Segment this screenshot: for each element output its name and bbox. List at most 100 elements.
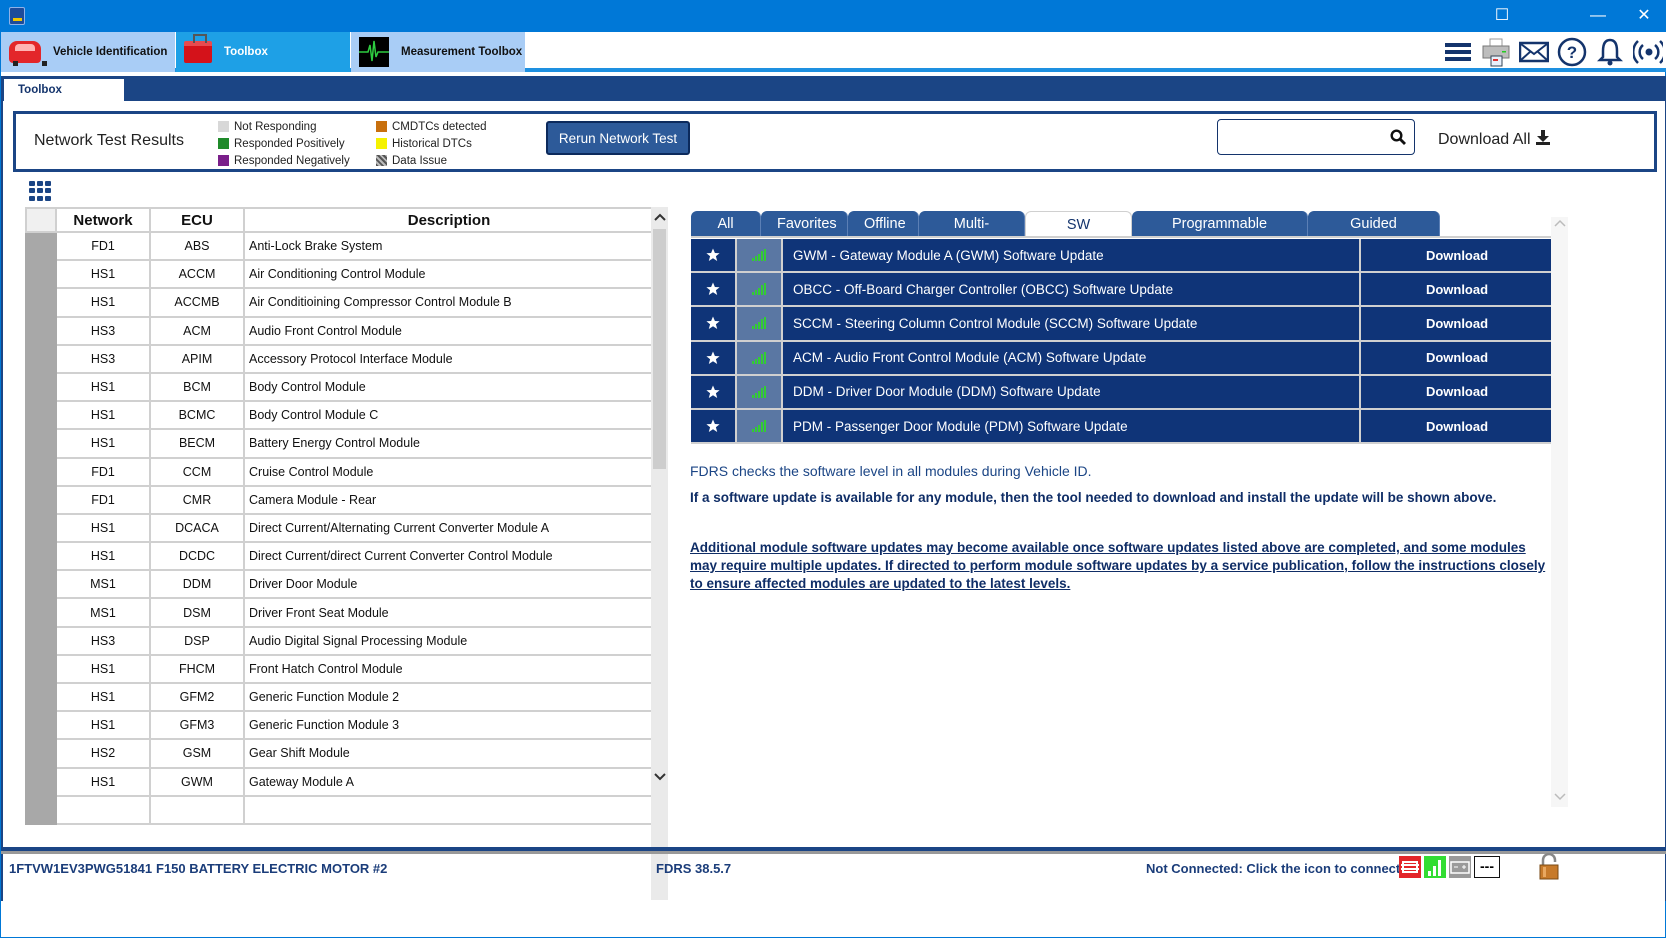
scrollbar-thumb[interactable] [653,229,666,469]
description-cell: Battery Energy Control Module [243,428,653,459]
menu-icon[interactable] [1443,37,1473,67]
tab-multi-module[interactable]: Multi-Module [919,211,1025,258]
description-cell: Driver Door Module [243,569,653,600]
download-button[interactable]: Download [1361,239,1553,272]
download-button[interactable]: Download [1361,409,1553,443]
oscilloscope-icon [359,37,389,67]
download-all-button[interactable]: Download All [1438,129,1551,150]
search-icon[interactable] [1390,129,1406,150]
download-button[interactable]: Download [1361,307,1553,340]
table-row[interactable] [25,794,653,825]
table-row[interactable]: HS1 GFM2 Generic Function Module 2 [25,681,653,713]
favorite-star-icon[interactable] [691,239,737,272]
network-cell: HS1 [55,541,151,572]
description-column-header[interactable]: Description [243,207,653,233]
rerun-network-test-button[interactable]: Rerun Network Test [546,121,690,155]
tab-sw-updates[interactable]: SW Updates [1025,211,1132,259]
favorite-star-icon[interactable] [691,307,737,340]
printer-icon[interactable] [1481,37,1511,67]
status-cell [25,287,57,318]
sw-update-row[interactable]: OBCC - Off-Board Charger Controller (OBC… [691,273,1553,308]
signal-icon [737,307,783,340]
scroll-up-arrow[interactable] [651,209,668,227]
sw-update-row[interactable]: PDM - Passenger Door Module (PDM) Softwa… [691,409,1553,445]
table-row[interactable]: HS1 GFM3 Generic Function Module 3 [25,710,653,741]
bell-icon[interactable] [1595,37,1625,67]
vci-connector-icon[interactable] [1399,856,1421,878]
legend-responded-negatively: Responded Negatively [218,152,350,169]
right-panel-scrollbar[interactable] [1551,217,1568,807]
grid-view-icon[interactable] [29,181,53,201]
info-link[interactable]: Additional module software updates may b… [690,539,1550,593]
table-row[interactable]: HS1 BECM Battery Energy Control Module [25,428,653,459]
signal-icon [737,409,783,443]
network-cell: HS1 [55,681,151,713]
tab-offline[interactable]: Offline [848,211,919,237]
title-bar: — ☐ ✕ [1,1,1666,32]
table-row[interactable]: HS1 ACCMB Air Conditioining Compressor Con… [25,287,653,318]
table-row[interactable]: MS1 DDM Driver Door Module [25,569,653,600]
ecu-cell: DSP [149,625,245,656]
minimize-button[interactable]: — [1575,1,1621,32]
tab-vehicle-identification[interactable]: Vehicle Identification [1,32,175,72]
download-button[interactable]: Download [1361,341,1553,374]
tab-programmable-features[interactable]: Programmable Features [1132,211,1308,258]
table-row[interactable]: FD1 CCM Cruise Control Module [25,456,653,487]
sw-update-row[interactable]: SCCM - Steering Column Control Module (S… [691,307,1553,342]
favorite-star-icon[interactable] [691,409,737,443]
sw-update-row[interactable]: GWM - Gateway Module A (GWM) Software Up… [691,239,1553,274]
subtab-toolbox[interactable]: Toolbox [4,79,124,101]
sw-update-row[interactable]: DDM - Driver Door Module (DDM) Software … [691,375,1553,410]
close-button[interactable]: ✕ [1621,1,1666,32]
sw-update-title[interactable]: PDM - Passenger Door Module (PDM) Softwa… [783,409,1361,443]
help-icon[interactable]: ? [1557,37,1587,67]
status-cell [25,400,57,431]
table-row[interactable]: HS3 ACM Audio Front Control Module [25,315,653,346]
table-row[interactable]: HS1 DCACA Direct Current/Alternating Curre… [25,512,653,544]
scroll-up-arrow[interactable] [1551,217,1568,231]
scroll-down-arrow[interactable] [1551,791,1568,805]
sw-update-row[interactable]: ACM - Audio Front Control Module (ACM) S… [691,341,1553,376]
wireless-icon[interactable] [1633,37,1663,67]
sw-update-title[interactable]: GWM - Gateway Module A (GWM) Software Up… [783,239,1361,272]
favorite-star-icon[interactable] [691,273,737,306]
sw-update-title[interactable]: ACM - Audio Front Control Module (ACM) S… [783,341,1361,374]
unlocked-padlock-icon[interactable] [1537,852,1561,881]
table-row[interactable]: HS1 DCDC Direct Current/direct Current Con… [25,541,653,572]
status-cell [25,259,57,290]
table-row[interactable]: HS3 APIM Accessory Protocol Interface Modu… [25,343,653,374]
table-row[interactable]: FD1 ABS Anti-Lock Brake System [25,230,653,262]
description-cell: Generic Function Module 2 [243,681,653,713]
table-row[interactable]: HS2 GSM Gear Shift Module [25,738,653,769]
search-input[interactable] [1226,121,1386,153]
favorite-star-icon[interactable] [691,375,737,408]
scroll-down-arrow[interactable] [651,769,668,787]
table-row[interactable]: HS1 BCM Body Control Module [25,371,653,403]
sw-update-title[interactable]: DDM - Driver Door Module (DDM) Software … [783,375,1361,408]
search-field[interactable] [1217,119,1415,155]
download-button[interactable]: Download [1361,375,1553,408]
sw-update-title[interactable]: OBCC - Off-Board Charger Controller (OBC… [783,273,1361,306]
maximize-button[interactable]: ☐ [1479,1,1525,32]
network-column-header[interactable]: Network [55,207,151,233]
sw-update-title[interactable]: SCCM - Steering Column Control Module (S… [783,307,1361,340]
table-row[interactable]: HS1 FHCM Front Hatch Control Module [25,653,653,685]
tab-toolbox[interactable]: Toolbox [176,32,350,72]
table-row[interactable]: FD1 CMR Camera Module - Rear [25,484,653,515]
app-window: — ☐ ✕ Vehicle Identification Toolbox Mea… [0,0,1666,938]
tab-guided-routines[interactable]: Guided Routines [1308,211,1440,258]
mail-icon[interactable] [1519,37,1549,67]
tab-measurement-toolbox[interactable]: Measurement Toolbox [351,32,525,72]
favorite-star-icon[interactable] [691,341,737,374]
module-table-scrollbar[interactable] [651,207,668,900]
table-row[interactable]: HS1 BCMC Body Control Module C [25,400,653,431]
tab-favorites[interactable]: Favorites [761,211,848,237]
ecu-column-header[interactable]: ECU [149,207,245,233]
table-row[interactable]: HS1 GWM Gateway Module A [25,766,653,797]
table-row[interactable]: MS1 DSM Driver Front Seat Module [25,597,653,628]
tab-all[interactable]: All [691,211,761,237]
table-row[interactable]: HS1 ACCM Air Conditioning Control Module [25,259,653,290]
download-button[interactable]: Download [1361,273,1553,306]
table-row[interactable]: HS3 DSP Audio Digital Signal Processing Mo… [25,625,653,656]
info-text-1: FDRS checks the software level in all mo… [690,463,1092,479]
